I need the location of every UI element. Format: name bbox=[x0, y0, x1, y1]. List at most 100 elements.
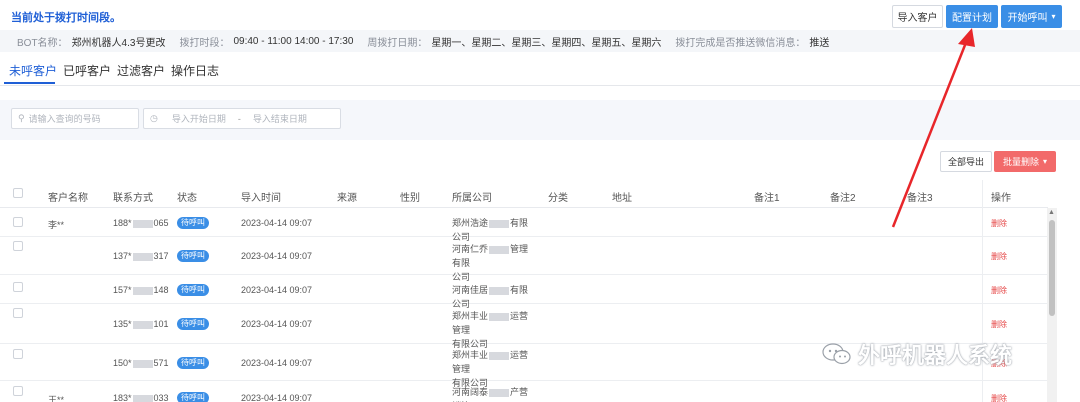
row-checkbox[interactable] bbox=[13, 217, 23, 227]
column-header: 客户名称 bbox=[48, 193, 88, 204]
masked-text bbox=[489, 245, 510, 254]
watermark: 外呼机器人系统 bbox=[822, 338, 1012, 370]
active-tab-indicator bbox=[4, 82, 55, 84]
select-all-checkbox[interactable] bbox=[13, 188, 23, 198]
date-separator: - bbox=[237, 113, 241, 124]
phone-number: 157* 148 bbox=[113, 285, 169, 295]
masked-text bbox=[132, 394, 153, 402]
status-badge: 待呼叫 bbox=[177, 357, 209, 369]
push-label: 拨打完成是否推送微信消息： bbox=[675, 37, 806, 49]
batch-delete-button[interactable]: 批量删除 ▾ bbox=[994, 151, 1056, 172]
column-header: 分类 bbox=[548, 193, 568, 204]
column-header: 所属公司 bbox=[452, 193, 492, 204]
customer-tabs: 未呼客户 已呼客户 过滤客户 操作日志 bbox=[0, 56, 1080, 86]
export-all-button[interactable]: 全部导出 bbox=[940, 151, 992, 172]
customer-name: 李** bbox=[48, 220, 65, 230]
delete-link[interactable]: 删除 bbox=[991, 319, 1007, 330]
tab-uncalled[interactable]: 未呼客户 bbox=[9, 62, 57, 79]
scroll-up-icon[interactable]: ▲ bbox=[1048, 209, 1055, 216]
row-checkbox[interactable] bbox=[13, 282, 23, 292]
tab-called[interactable]: 已呼客户 bbox=[63, 62, 111, 79]
weekday-label: 周拨打日期： bbox=[367, 37, 428, 49]
delete-link[interactable]: 删除 bbox=[991, 393, 1007, 402]
clock-icon: ◷ bbox=[150, 113, 158, 123]
column-header: 地址 bbox=[612, 193, 632, 204]
phone-prefix: 135* bbox=[113, 319, 132, 329]
bot-name-label: BOT名称： bbox=[17, 37, 68, 49]
import-start-date[interactable]: 导入开始日期 bbox=[172, 112, 226, 125]
status-badge: 待呼叫 bbox=[177, 250, 209, 262]
phone-suffix: 065 bbox=[153, 218, 169, 228]
search-icon: ⚲ bbox=[18, 113, 25, 123]
delete-link[interactable]: 删除 bbox=[991, 285, 1007, 296]
import-customers-button[interactable]: 导入客户 bbox=[892, 5, 943, 28]
column-header: 联系方式 bbox=[113, 193, 153, 204]
phone-prefix: 137* bbox=[113, 251, 132, 261]
tab-operation-log[interactable]: 操作日志 bbox=[171, 62, 219, 79]
masked-text bbox=[132, 320, 153, 329]
import-date-range[interactable]: ◷ 导入开始日期 - 导入结束日期 bbox=[143, 108, 341, 129]
masked-text bbox=[489, 388, 510, 397]
delete-link[interactable]: 删除 bbox=[991, 218, 1007, 229]
column-header: 性别 bbox=[400, 193, 420, 204]
status-badge: 待呼叫 bbox=[177, 392, 209, 402]
push-value: 推送 bbox=[809, 37, 830, 49]
row-checkbox[interactable] bbox=[13, 349, 23, 359]
tab-filtered[interactable]: 过滤客户 bbox=[117, 62, 165, 79]
phone-number: 150* 571 bbox=[113, 358, 169, 368]
column-header: 备注2 bbox=[830, 193, 856, 204]
import-time: 2023-04-14 09:07 bbox=[241, 251, 313, 261]
import-time: 2023-04-14 09:07 bbox=[241, 319, 313, 329]
table-scrollbar[interactable]: ▲ bbox=[1047, 208, 1057, 402]
row-checkbox[interactable] bbox=[13, 308, 23, 318]
phone-number: 137* 317 bbox=[113, 251, 169, 261]
chevron-down-icon: ▾ bbox=[1051, 12, 1056, 21]
row-checkbox[interactable] bbox=[13, 241, 23, 251]
phone-prefix: 150* bbox=[113, 358, 132, 368]
phone-search-box[interactable]: ⚲ bbox=[11, 108, 139, 129]
phone-suffix: 571 bbox=[153, 358, 169, 368]
masked-text bbox=[489, 351, 510, 360]
call-period-notice: 当前处于拨打时间段。 bbox=[11, 12, 121, 24]
phone-number: 188* 065 bbox=[113, 218, 169, 228]
start-call-button[interactable]: 开始呼叫 ▾ bbox=[1001, 5, 1062, 28]
masked-text bbox=[489, 312, 510, 321]
scrollbar-thumb[interactable] bbox=[1049, 220, 1055, 316]
weekday-value: 星期一、星期二、星期三、星期四、星期五、星期六 bbox=[431, 37, 662, 49]
row-checkbox[interactable] bbox=[13, 386, 23, 396]
status-badge: 待呼叫 bbox=[177, 217, 209, 229]
bot-info-bar: BOT名称： 郑州机器人4.3号更改 拨打时段： 09:40 - 11:00 1… bbox=[0, 30, 1080, 52]
company-part: 河南佳居 bbox=[452, 285, 489, 295]
phone-suffix: 101 bbox=[153, 319, 169, 329]
company-part: 河南仁乔 bbox=[452, 244, 489, 254]
company-part: 郑州浩途 bbox=[452, 218, 489, 228]
table-row: 李** 188* 065 待呼叫 2023-04-14 09:07 郑州浩途 有限公… bbox=[0, 208, 1048, 242]
import-time: 2023-04-14 09:07 bbox=[241, 393, 313, 402]
masked-text bbox=[132, 252, 153, 261]
import-end-date[interactable]: 导入结束日期 bbox=[253, 112, 307, 125]
phone-prefix: 183* bbox=[113, 393, 132, 402]
status-badge: 待呼叫 bbox=[177, 318, 209, 330]
customer-name: 王** bbox=[48, 395, 65, 402]
column-header: 备注1 bbox=[754, 193, 780, 204]
configure-plan-button[interactable]: 配置计划 bbox=[946, 5, 998, 28]
phone-number: 135* 101 bbox=[113, 319, 169, 329]
masked-text bbox=[489, 219, 510, 228]
phone-suffix: 033 bbox=[153, 393, 169, 402]
column-header: 导入时间 bbox=[241, 193, 281, 204]
table-row: 157* 148 待呼叫 2023-04-14 09:07 河南佳居 有限公司 删除 bbox=[0, 275, 1048, 309]
phone-suffix: 317 bbox=[153, 251, 169, 261]
column-header: 备注3 bbox=[907, 193, 933, 204]
start-call-label: 开始呼叫 bbox=[1007, 13, 1048, 24]
column-header: 状态 bbox=[177, 193, 197, 204]
phone-search-input[interactable] bbox=[28, 113, 129, 124]
import-time: 2023-04-14 09:07 bbox=[241, 358, 313, 368]
column-header: 来源 bbox=[337, 193, 357, 204]
chevron-down-icon: ▾ bbox=[1043, 157, 1048, 166]
phone-suffix: 148 bbox=[153, 285, 169, 295]
call-plan-page: 当前处于拨打时间段。 导入客户 配置计划 开始呼叫 ▾ BOT名称： 郑州机器人… bbox=[0, 0, 1080, 402]
delete-link[interactable]: 删除 bbox=[991, 251, 1007, 262]
company-part: 郑州丰业 bbox=[452, 350, 489, 360]
import-time: 2023-04-14 09:07 bbox=[241, 218, 313, 228]
table-header: 客户名称 联系方式 状态 导入时间 来源 性别 所属公司 分类 地址 备注1 备… bbox=[0, 180, 1048, 208]
